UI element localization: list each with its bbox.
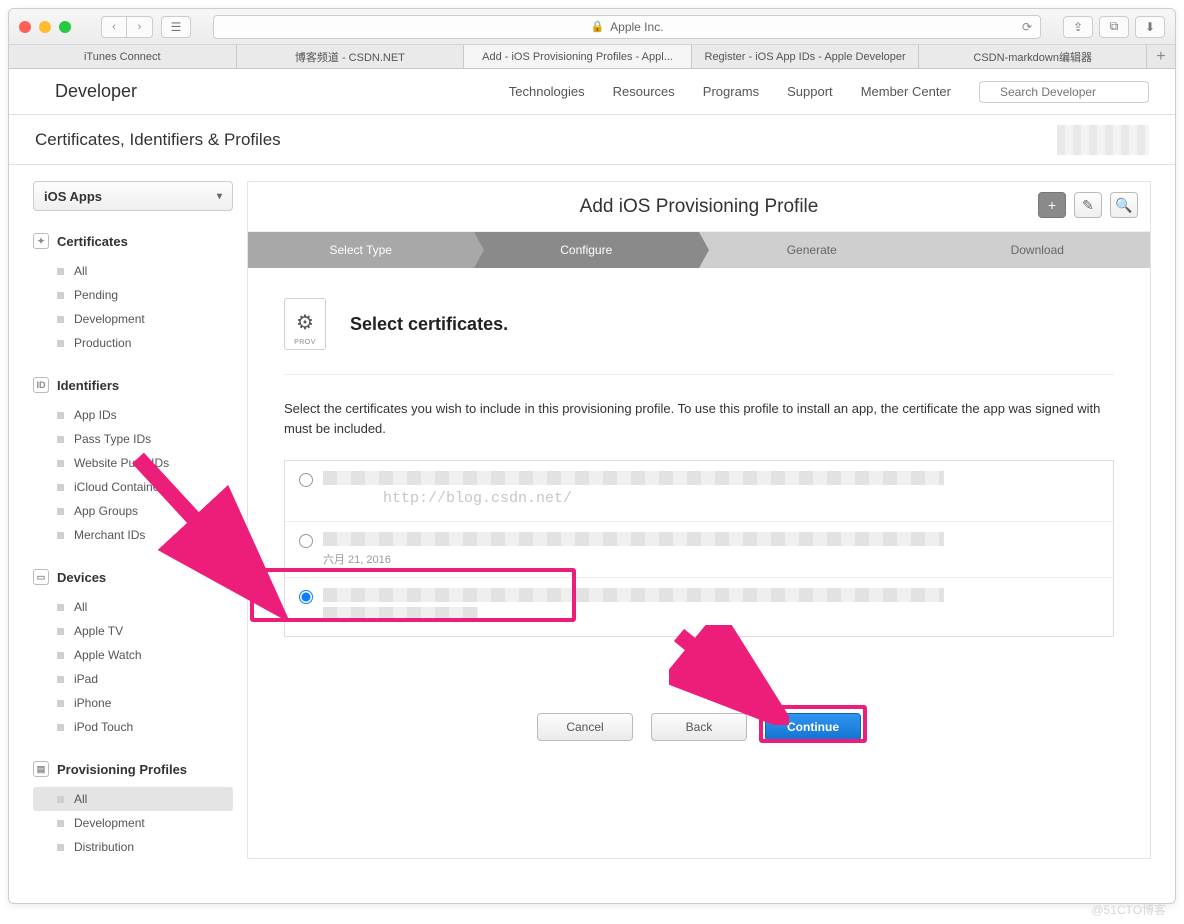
annotation-arrow-continue xyxy=(669,625,789,725)
share-icon[interactable]: ⇪ xyxy=(1063,16,1093,38)
titlebar: ‹ › ☰ 🔒 Apple Inc. ⟳ ⇪ ⧉ ⬇ xyxy=(9,9,1175,45)
certificate-row[interactable]: 六月 21, 2016 xyxy=(285,522,1113,578)
cert-date: 六月 21, 2016 xyxy=(323,551,1099,567)
page-body: Developer Technologies Resources Program… xyxy=(9,69,1175,903)
tab-bar: iTunes Connect 博客频道 - CSDN.NET Add - iOS… xyxy=(9,45,1175,69)
forward-nav-button[interactable]: › xyxy=(127,16,153,38)
main-title: Add iOS Provisioning Profile xyxy=(580,196,819,218)
sidebar-item-icloud-containers[interactable]: iCloud Containers xyxy=(33,475,233,499)
main-panel: Add iOS Provisioning Profile + ✎ 🔍 Selec… xyxy=(247,181,1151,859)
step-configure[interactable]: Configure xyxy=(474,232,700,268)
watermark-text: http://blog.csdn.net/ xyxy=(383,490,1099,507)
sub-header: Certificates, Identifiers & Profiles xyxy=(9,115,1175,165)
sidebar-item-apple-tv[interactable]: Apple TV xyxy=(33,619,233,643)
zoom-window-icon[interactable] xyxy=(59,21,71,33)
sidebar-item-pass-type-ids[interactable]: Pass Type IDs xyxy=(33,427,233,451)
new-tab-button[interactable]: + xyxy=(1147,45,1175,68)
section-description: Select the certificates you wish to incl… xyxy=(284,399,1114,438)
sidebar-item-iphone[interactable]: iPhone xyxy=(33,691,233,715)
sidebar-item-merchant-ids[interactable]: Merchant IDs xyxy=(33,523,233,547)
nav-technologies[interactable]: Technologies xyxy=(509,84,585,99)
sidebar-item-prof-all[interactable]: All xyxy=(33,787,233,811)
developer-topnav: Developer Technologies Resources Program… xyxy=(9,69,1175,115)
profile-icon: ▤ xyxy=(33,761,49,777)
main-header: Add iOS Provisioning Profile + ✎ 🔍 xyxy=(248,182,1150,232)
reload-icon[interactable]: ⟳ xyxy=(1022,20,1032,34)
sidebar-item-apple-watch[interactable]: Apple Watch xyxy=(33,643,233,667)
button-row: Cancel Back Continue xyxy=(284,695,1114,769)
chevron-down-icon: ▾ xyxy=(217,191,222,202)
lock-icon: 🔒 xyxy=(590,20,604,33)
device-icon: ▭ xyxy=(33,569,49,585)
nav-support[interactable]: Support xyxy=(787,84,833,99)
sidebar-item-dev-all[interactable]: All xyxy=(33,595,233,619)
certificate-icon: ✦ xyxy=(33,233,49,249)
certificate-radio-checked[interactable] xyxy=(299,590,313,604)
back-nav-button[interactable]: ‹ xyxy=(101,16,127,38)
redacted-cert-name xyxy=(323,471,944,485)
sidebar-item-app-ids[interactable]: App IDs xyxy=(33,403,233,427)
back-button[interactable]: Back xyxy=(651,713,747,741)
corner-watermark: @51CTO博客 xyxy=(1091,901,1166,918)
tab-csdn-editor[interactable]: CSDN-markdown编辑器 xyxy=(919,45,1147,68)
sidebar-item-website-push-ids[interactable]: Website Push IDs xyxy=(33,451,233,475)
certificate-row[interactable]: http://blog.csdn.net/ xyxy=(285,461,1113,522)
minimize-window-icon[interactable] xyxy=(39,21,51,33)
redacted-cert-sub xyxy=(323,607,478,621)
search-developer-input[interactable] xyxy=(979,81,1149,103)
wizard-steps: Select Type Configure Generate Download xyxy=(248,232,1150,268)
id-icon: ID xyxy=(33,377,49,393)
nav-resources[interactable]: Resources xyxy=(613,84,675,99)
step-download: Download xyxy=(925,232,1151,268)
section-title: Select certificates. xyxy=(350,314,508,335)
tab-register-appid[interactable]: Register - iOS App IDs - Apple Developer xyxy=(692,45,920,68)
downloads-icon[interactable]: ⬇ xyxy=(1135,16,1165,38)
platform-dropdown[interactable]: iOS Apps ▾ xyxy=(33,181,233,211)
tab-csdn-blog[interactable]: 博客频道 - CSDN.NET xyxy=(237,45,465,68)
developer-brand: Developer xyxy=(55,81,137,102)
subhead-title: Certificates, Identifiers & Profiles xyxy=(35,130,281,150)
continue-button[interactable]: Continue xyxy=(765,713,861,741)
redacted-cert-name xyxy=(323,532,944,546)
sidebar-item-cert-pending[interactable]: Pending xyxy=(33,283,233,307)
user-info-blurred xyxy=(1057,125,1149,155)
certificate-row[interactable] xyxy=(285,578,1113,636)
search-button[interactable]: 🔍 xyxy=(1110,192,1138,218)
sidebar-toggle-icon[interactable]: ☰ xyxy=(161,16,191,38)
step-generate: Generate xyxy=(699,232,925,268)
provisioning-file-icon: ⚙ PROV xyxy=(284,298,326,350)
url-host: Apple Inc. xyxy=(610,20,663,34)
certificate-radio[interactable] xyxy=(299,473,313,487)
sidebar-item-prof-distribution[interactable]: Distribution xyxy=(33,835,233,859)
nav-programs[interactable]: Programs xyxy=(703,84,759,99)
sidebar-item-cert-production[interactable]: Production xyxy=(33,331,233,355)
sidebar-item-cert-all[interactable]: All xyxy=(33,259,233,283)
tab-itunes-connect[interactable]: iTunes Connect xyxy=(9,45,237,68)
step-select-type[interactable]: Select Type xyxy=(248,232,474,268)
sidebar-item-cert-development[interactable]: Development xyxy=(33,307,233,331)
sidebar-head-identifiers[interactable]: IDIdentifiers xyxy=(33,377,233,393)
certificate-radio[interactable] xyxy=(299,534,313,548)
safari-window: ‹ › ☰ 🔒 Apple Inc. ⟳ ⇪ ⧉ ⬇ iTunes Connec… xyxy=(8,8,1176,904)
sidebar-head-profiles[interactable]: ▤Provisioning Profiles xyxy=(33,761,233,777)
sidebar-item-prof-development[interactable]: Development xyxy=(33,811,233,835)
tab-provisioning[interactable]: Add - iOS Provisioning Profiles - Appl..… xyxy=(464,45,692,68)
url-bar[interactable]: 🔒 Apple Inc. ⟳ xyxy=(213,15,1041,39)
add-button[interactable]: + xyxy=(1038,192,1066,218)
cancel-button[interactable]: Cancel xyxy=(537,713,633,741)
gear-icon: ⚙ xyxy=(296,310,314,335)
tabs-icon[interactable]: ⧉ xyxy=(1099,16,1129,38)
close-window-icon[interactable] xyxy=(19,21,31,33)
sidebar-head-devices[interactable]: ▭Devices xyxy=(33,569,233,585)
sidebar-item-ipad[interactable]: iPad xyxy=(33,667,233,691)
sidebar: iOS Apps ▾ ✦Certificates All Pending Dev… xyxy=(33,181,233,859)
redacted-cert-name xyxy=(323,588,944,602)
certificate-list: http://blog.csdn.net/ 六月 21, 2016 xyxy=(284,460,1114,637)
sidebar-item-app-groups[interactable]: App Groups xyxy=(33,499,233,523)
nav-member-center[interactable]: Member Center xyxy=(861,84,951,99)
sidebar-head-certificates[interactable]: ✦Certificates xyxy=(33,233,233,249)
sidebar-item-ipod-touch[interactable]: iPod Touch xyxy=(33,715,233,739)
edit-button[interactable]: ✎ xyxy=(1074,192,1102,218)
page-footer: Copyright © 2015 Apple Inc. All rights r… xyxy=(9,889,1175,903)
